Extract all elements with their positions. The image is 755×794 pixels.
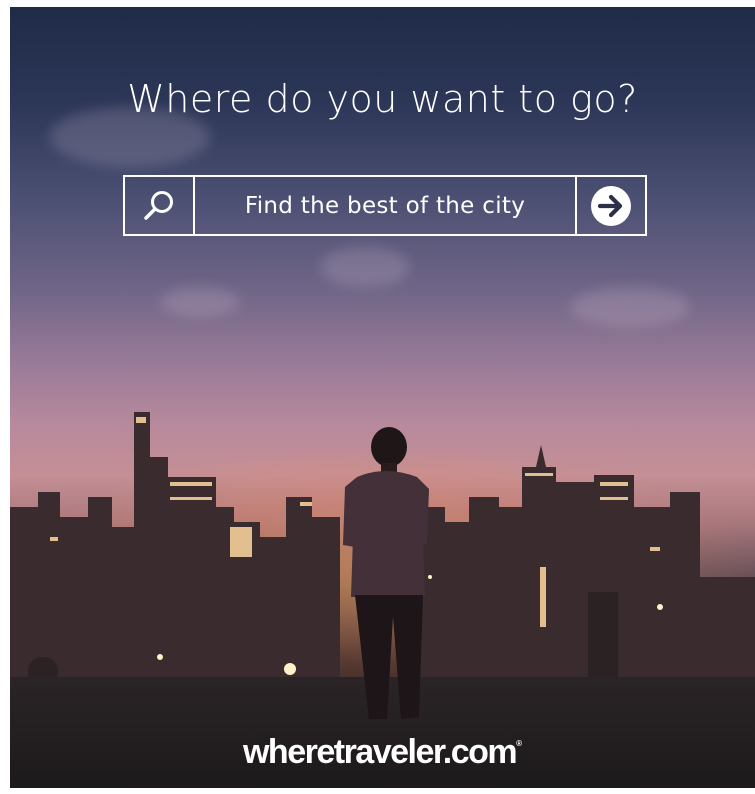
- cloud: [320, 247, 410, 287]
- headline: Where do you want to go?: [127, 77, 638, 121]
- search-bar[interactable]: Find the best of the city: [123, 175, 647, 236]
- arrow-right-circle-icon: [591, 185, 631, 226]
- brand-name: wheretraveler.com: [242, 733, 518, 771]
- brand-logo[interactable]: wheretraveler.com®: [10, 733, 755, 772]
- search-submit-button[interactable]: [575, 177, 645, 234]
- search-button[interactable]: [125, 177, 195, 234]
- person-silhouette: [343, 427, 429, 719]
- cloud: [160, 287, 240, 317]
- ad-banner[interactable]: Where do you want to go? Find the best o…: [10, 7, 755, 788]
- cloud: [570, 287, 690, 327]
- registered-mark: ®: [516, 739, 523, 748]
- search-input[interactable]: Find the best of the city: [195, 177, 575, 234]
- search-icon: [144, 190, 173, 220]
